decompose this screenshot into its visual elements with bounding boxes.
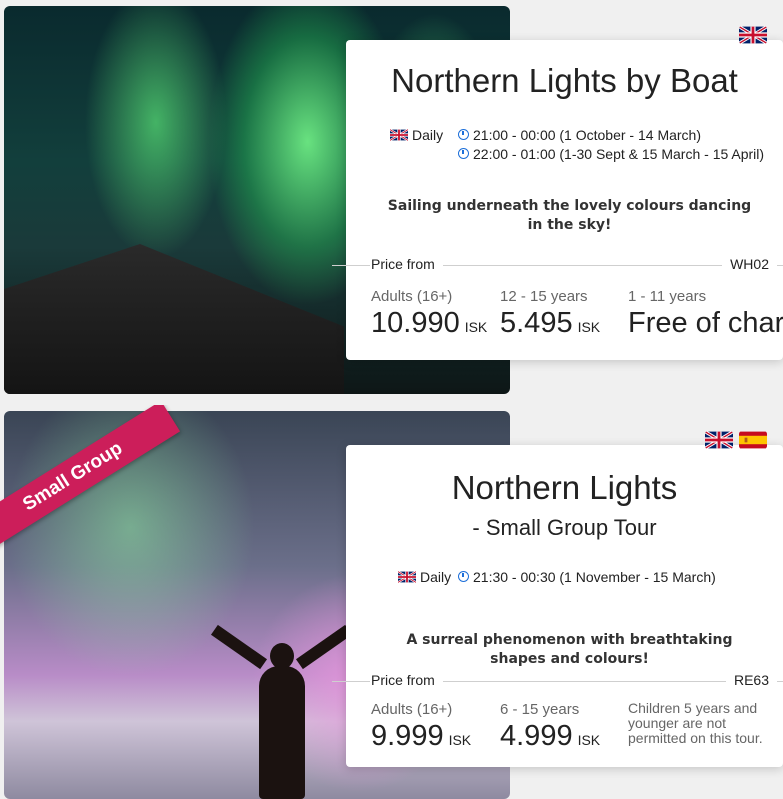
tour-card-boat[interactable]: Northern Lights by Boat Daily 21:00 - 00… bbox=[0, 0, 783, 400]
price-label: Adults (16+) bbox=[371, 701, 453, 718]
schedule-time-label: 21:30 - 00:30 (1 November - 15 March) bbox=[473, 568, 716, 585]
uk-flag-icon bbox=[398, 570, 416, 583]
schedule-time-label: 21:00 - 00:00 (1 October - 14 March) bbox=[473, 126, 701, 143]
schedule-day-label: Daily bbox=[412, 126, 444, 143]
clock-icon bbox=[458, 148, 469, 159]
schedule-time: 21:30 - 00:30 (1 November - 15 March) bbox=[458, 569, 716, 585]
price-label: 12 - 15 years bbox=[500, 288, 588, 305]
tour-code: WH02 bbox=[722, 256, 777, 272]
tour-title[interactable]: Northern Lights by Boat bbox=[346, 62, 783, 100]
clock-icon bbox=[458, 129, 469, 140]
price-children: 6 - 15 years 4.999 ISK bbox=[500, 701, 600, 753]
price-value: Free of charge bbox=[628, 307, 783, 339]
tour-tagline: Sailing underneath the lovely colours da… bbox=[387, 198, 752, 233]
price-from-label: Price from bbox=[370, 256, 443, 272]
tour-info-card[interactable]: Northern Lights by Boat Daily 21:00 - 00… bbox=[332, 26, 783, 360]
ribbon-label: Small Group bbox=[0, 405, 181, 554]
price-header: Price from WH02 bbox=[332, 256, 783, 274]
price-adults: Adults (16+) 10.990 ISK bbox=[371, 288, 487, 340]
schedule-time-label: 22:00 - 01:00 (1-30 Sept & 15 March - 15… bbox=[473, 145, 765, 162]
uk-flag-icon bbox=[739, 26, 767, 44]
tour-card-small-group[interactable]: Small Group Northern Lights - Small Grou… bbox=[0, 405, 783, 799]
price-children: 1 - 11 years Free of charge bbox=[628, 288, 783, 340]
tour-schedule: Daily 21:00 - 00:00 (1 October - 14 Marc… bbox=[390, 125, 764, 163]
schedule-time: 21:00 - 00:00 (1 October - 14 March) bbox=[458, 127, 701, 143]
schedule-row: Daily 21:00 - 00:00 (1 October - 14 Marc… bbox=[390, 125, 764, 144]
clock-icon bbox=[458, 571, 469, 582]
price-from-label: Price from bbox=[370, 672, 443, 688]
tour-info-card[interactable]: Northern Lights - Small Group Tour Daily bbox=[332, 431, 783, 767]
tour-tagline: A surreal phenomenon with breathtaking s… bbox=[406, 632, 733, 667]
tour-code: RE63 bbox=[725, 672, 777, 688]
person-silhouette bbox=[259, 666, 305, 799]
price-label: Adults (16+) bbox=[371, 288, 453, 305]
schedule-time: 22:00 - 01:00 (1-30 Sept & 15 March - 15… bbox=[458, 146, 764, 162]
boat-deck-shape bbox=[4, 244, 344, 394]
uk-flag-icon bbox=[705, 431, 733, 449]
tour-subtitle: - Small Group Tour bbox=[472, 515, 657, 540]
schedule-row: 22:00 - 01:00 (1-30 Sept & 15 March - 15… bbox=[390, 144, 764, 163]
price-adults: Adults (16+) 9.999 ISK bbox=[371, 701, 471, 753]
person-silhouette bbox=[295, 624, 353, 670]
spain-flag-icon bbox=[739, 431, 767, 449]
schedule-row: Daily 21:30 - 00:30 (1 November - 15 Mar… bbox=[398, 567, 716, 586]
language-flags bbox=[739, 26, 767, 44]
tour-schedule: Daily 21:30 - 00:30 (1 November - 15 Mar… bbox=[398, 567, 716, 586]
age-restriction-note: Children 5 years and younger are not per… bbox=[628, 700, 763, 746]
schedule-day-label: Daily bbox=[420, 568, 452, 585]
price-teens: 12 - 15 years 5.495 ISK bbox=[500, 288, 600, 340]
price-value: 9.999 ISK bbox=[371, 720, 472, 752]
uk-flag-icon bbox=[390, 128, 408, 141]
price-header: Price from RE63 bbox=[332, 672, 783, 690]
price-value: 4.999 ISK bbox=[500, 720, 601, 752]
price-label: 6 - 15 years bbox=[500, 701, 580, 718]
small-group-ribbon: Small Group bbox=[0, 405, 200, 605]
schedule-day: Daily bbox=[398, 569, 458, 585]
price-value: 10.990 ISK bbox=[371, 307, 488, 339]
person-silhouette bbox=[210, 624, 268, 670]
price-value: 5.495 ISK bbox=[500, 307, 601, 339]
schedule-day: Daily bbox=[390, 127, 458, 143]
price-label: 1 - 11 years bbox=[628, 288, 707, 305]
tour-title[interactable]: Northern Lights bbox=[346, 469, 783, 507]
language-flags bbox=[705, 431, 767, 449]
